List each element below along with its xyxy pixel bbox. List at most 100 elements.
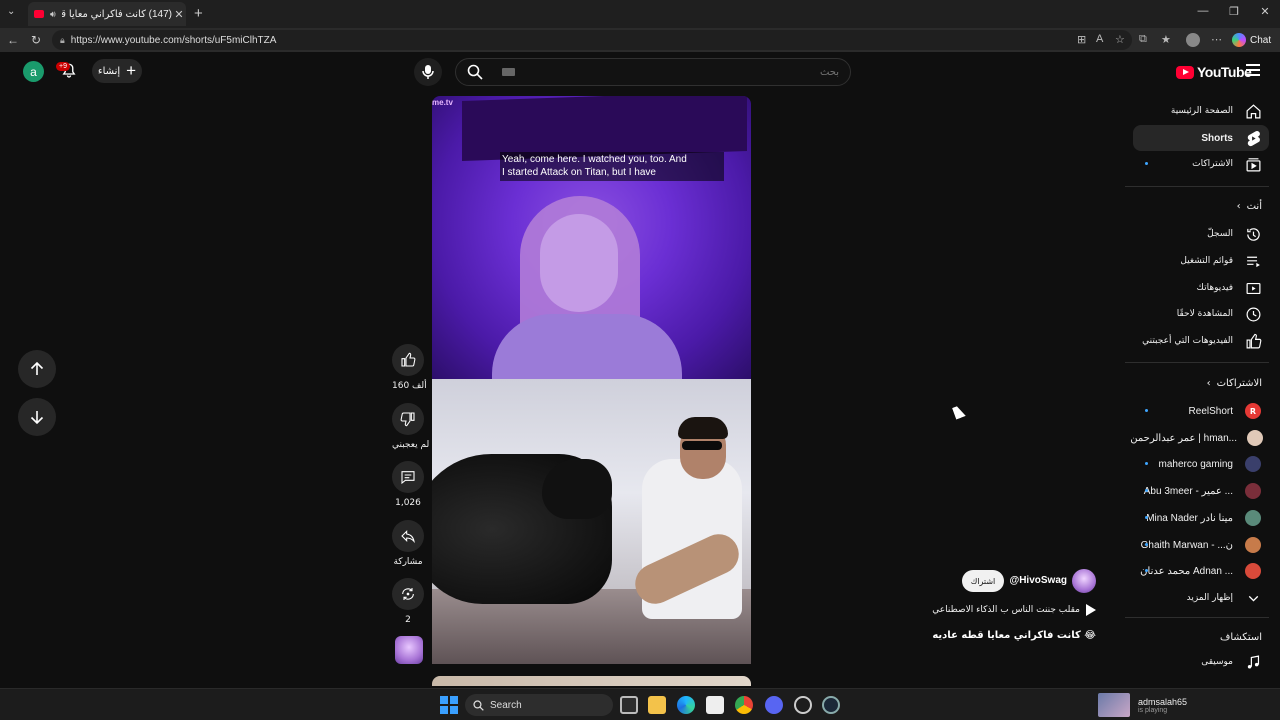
- sidebar-item-liked-videos[interactable]: الفيديوهات التي أعجبتني: [1133, 328, 1269, 354]
- subscription-channel[interactable]: Ghaith Marwan - ...ن: [1133, 532, 1269, 558]
- sidebar-item-music[interactable]: موسيقى: [1133, 649, 1269, 675]
- extensions-icon[interactable]: ⧉: [1139, 33, 1147, 46]
- thumbs-down-icon: [400, 412, 415, 427]
- game-thumbnail: [1098, 693, 1130, 717]
- search-input[interactable]: [498, 62, 843, 82]
- discord-icon[interactable]: [765, 696, 783, 714]
- sidebar-item-subscriptions[interactable]: الاشتراكات: [1133, 151, 1269, 177]
- edge-browser-icon[interactable]: [677, 696, 695, 714]
- app-icon[interactable]: [794, 696, 812, 714]
- site-info-icon[interactable]: 🔒︎: [60, 35, 65, 46]
- restore-icon[interactable]: ❐: [1225, 5, 1243, 18]
- remix-count: 2: [405, 615, 411, 625]
- history-icon: [1246, 227, 1260, 241]
- chat-label: Chat: [1250, 34, 1272, 46]
- video-title[interactable]: كانت فاكراني معايا قطه عاديه 😂: [900, 630, 1096, 641]
- task-view-icon[interactable]: [620, 696, 638, 714]
- like-action: 160 ألف: [392, 344, 427, 391]
- comment-count: 1,026: [395, 498, 421, 508]
- audio-track-link[interactable]: مقلب جننت الناس ب الذكاء الاصطناعي: [900, 604, 1096, 616]
- sidebar-item-your-videos[interactable]: فيديوهاتك: [1133, 275, 1269, 301]
- next-short-button[interactable]: [18, 398, 56, 436]
- subscription-channel[interactable]: Mina Nader مينا نادر: [1133, 505, 1269, 531]
- arrow-up-icon: [30, 362, 44, 375]
- tab-list-chevron-icon[interactable]: ⌄: [7, 6, 15, 17]
- reload-icon[interactable]: ↻: [31, 33, 41, 47]
- browser-tab-bar: ⌄ 🔊︎ (147) كانت فاكراني معايا قطه ... ✕ …: [0, 0, 1280, 28]
- new-tab-icon[interactable]: +: [194, 5, 203, 22]
- comments-button[interactable]: [392, 461, 424, 493]
- new-content-dot: [1145, 516, 1148, 519]
- sidebar-section-you[interactable]: ‹ أنت: [1237, 201, 1262, 212]
- browser-tab[interactable]: 🔊︎ (147) كانت فاكراني معايا قطه ... ✕: [28, 2, 186, 26]
- video-bottom-panel: [432, 379, 751, 664]
- arrow-down-icon: [30, 411, 44, 424]
- sidebar-item-playlists[interactable]: قوائم التشغيل: [1133, 248, 1269, 274]
- new-content-dot: [1145, 409, 1148, 412]
- close-window-icon[interactable]: ✕: [1256, 5, 1274, 18]
- subscription-channel[interactable]: عمر عبدالرحمن | hman...: [1130, 425, 1269, 451]
- sidebar-item-watch-later[interactable]: المشاهدة لاحقًا: [1133, 301, 1269, 327]
- youtube-play-logo-icon: [1176, 65, 1194, 79]
- subscriptions-icon: [1243, 154, 1263, 174]
- subscription-channel[interactable]: Abu 3meer - عمير ...: [1133, 478, 1269, 504]
- microsoft-store-icon[interactable]: [706, 696, 724, 714]
- playing-status-widget[interactable]: admsalah65 is playing: [1098, 693, 1187, 717]
- previous-short-button[interactable]: [18, 350, 56, 388]
- subscription-channel[interactable]: ReelShort R: [1133, 398, 1269, 424]
- chrome-icon[interactable]: [735, 696, 753, 714]
- watch-later-icon: [1243, 304, 1263, 324]
- translate-icon[interactable]: A: [1096, 33, 1103, 45]
- search-button[interactable]: [456, 59, 494, 85]
- sidebar-item-label: maherco gaming: [1158, 458, 1233, 470]
- shorts-icon: [1247, 130, 1260, 146]
- url-field[interactable]: 🔒︎ https://www.youtube.com/shorts/uF5miC…: [52, 30, 1132, 50]
- dislike-label: لم يعجبني: [392, 440, 430, 450]
- sidebar-section-explore[interactable]: استكشاف: [1220, 632, 1262, 643]
- sidebar-item-label: ReelShort: [1188, 405, 1233, 417]
- voice-search-mic-icon[interactable]: [414, 58, 442, 86]
- sidebar-item-label: إظهار المزيد: [1186, 593, 1233, 603]
- favorites-icon[interactable]: ★: [1161, 33, 1171, 46]
- like-button[interactable]: [392, 344, 424, 376]
- install-app-icon[interactable]: ⊞: [1077, 33, 1086, 46]
- sidebar-divider: [1125, 617, 1269, 618]
- sidebar-item-label: المشاهدة لاحقًا: [1176, 309, 1233, 319]
- steam-icon[interactable]: [822, 696, 840, 714]
- sidebar-item-home[interactable]: الصفحة الرئيسية: [1133, 98, 1269, 124]
- share-button[interactable]: [392, 520, 424, 552]
- channel-name[interactable]: @HivoSwag: [1000, 575, 1067, 586]
- channel-avatar[interactable]: [1072, 569, 1096, 593]
- show-more-button[interactable]: إظهار المزيد: [1133, 585, 1269, 611]
- next-video-preview[interactable]: [432, 676, 751, 686]
- account-avatar[interactable]: a: [23, 61, 44, 82]
- comment-icon: [401, 471, 415, 485]
- liked-videos-icon: [1243, 331, 1263, 351]
- sidebar-item-shorts[interactable]: Shorts: [1133, 125, 1269, 151]
- new-content-dot: [1145, 543, 1148, 546]
- subscription-channel[interactable]: maherco gaming: [1133, 451, 1269, 477]
- dislike-button[interactable]: [392, 403, 424, 435]
- copilot-chat-button[interactable]: Chat: [1232, 31, 1271, 49]
- create-button[interactable]: إنشاء +: [92, 59, 142, 83]
- profile-icon[interactable]: [1186, 33, 1200, 47]
- subscription-channel[interactable]: محمد عدنان Adnan ...: [1133, 558, 1269, 584]
- file-explorer-icon[interactable]: [648, 696, 666, 714]
- remix-button[interactable]: [392, 578, 424, 610]
- sidebar-section-subscriptions[interactable]: ‹ الاشتراكات: [1207, 378, 1262, 389]
- shorts-video-player[interactable]: me.tv Yeah, come here. I watched you, to…: [432, 96, 751, 664]
- sound-thumbnail[interactable]: [395, 636, 423, 664]
- favorite-star-icon[interactable]: ☆: [1115, 33, 1125, 46]
- speaker-icon[interactable]: 🔊︎: [50, 9, 56, 20]
- back-icon[interactable]: ←: [7, 33, 19, 47]
- video-top-panel: me.tv Yeah, come here. I watched you, to…: [432, 96, 751, 394]
- subscribe-button[interactable]: اشتراك: [962, 570, 1004, 592]
- tab-close-icon[interactable]: ✕: [172, 8, 186, 21]
- guide-menu-icon[interactable]: [1246, 64, 1260, 76]
- sidebar-item-history[interactable]: السجلّ: [1133, 221, 1269, 247]
- more-menu-icon[interactable]: ⋯: [1211, 33, 1222, 46]
- youtube-logo[interactable]: YouTube: [1176, 64, 1252, 80]
- windows-start-icon[interactable]: [440, 696, 458, 714]
- taskbar-search[interactable]: Search: [465, 694, 613, 716]
- minimize-icon[interactable]: —: [1194, 5, 1212, 17]
